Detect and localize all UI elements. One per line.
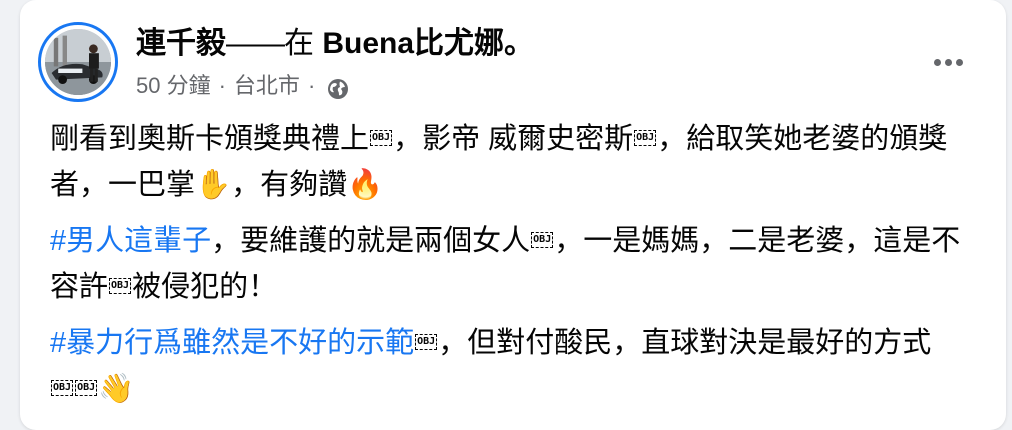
object-replacement-glyph: OBJ <box>415 334 438 351</box>
object-replacement-glyph: OBJ <box>531 232 554 249</box>
meta-dot: · <box>218 73 226 98</box>
avatar[interactable] <box>38 22 118 102</box>
post-text: 剛看到奧斯卡頒獎典禮上 OBJ ，影帝 威爾史密斯 OBJ ，給取笑她老婆的頒獎者，一巴… <box>50 116 980 422</box>
with-text: 在 <box>284 27 323 60</box>
author-separator: —— <box>226 27 285 60</box>
post-card: 連千毅——在 Buena比尤娜。 50 分鐘 · 台北市 · 剛看到奧斯卡頒獎典… <box>20 0 1006 430</box>
author-name[interactable]: 連千毅 <box>136 27 226 60</box>
hashtag-link[interactable]: #暴力行爲雖然是不好的示範 <box>50 327 414 359</box>
more-horiz-icon <box>933 58 941 66</box>
object-replacement-glyph: OBJ <box>51 380 74 397</box>
post-paragraph-2: #男人這輩子，要維護的就是兩個女人 OBJ ，一是媽媽，二是老婆，這是不容許 OBJ 被… <box>50 218 980 310</box>
globe-icon[interactable] <box>327 75 349 99</box>
post-paragraph-1: 剛看到奧斯卡頒獎典禮上 OBJ ，影帝 威爾史密斯 OBJ ，給取笑她老婆的頒獎者，一巴… <box>50 116 980 208</box>
more-horiz-icon-dot <box>944 58 952 66</box>
object-replacement-glyph: OBJ <box>109 278 132 295</box>
waving-hand-emoji: 👋 <box>98 373 135 405</box>
hashtag-link[interactable]: #男人這輩子 <box>50 225 211 257</box>
post-paragraph-3: #暴力行爲雖然是不好的示範 OBJ ，但對付酸民，直球對決是最好的方式 OBJ OBJ 👋 <box>50 320 980 412</box>
tagged-place[interactable]: Buena比尤娜。 <box>322 27 534 60</box>
raised-hand-emoji: ✋ <box>195 169 232 201</box>
post-meta: 50 分鐘 · 台北市 · <box>136 68 349 104</box>
post-timestamp[interactable]: 50 分鐘 <box>136 68 211 104</box>
post-location[interactable]: 台北市 <box>234 68 300 104</box>
text-segment: 被侵犯的！ <box>132 271 278 303</box>
post-header: 連千毅——在 Buena比尤娜。 <box>136 24 534 64</box>
text-segment: ，影帝 威爾史密斯 <box>393 123 634 155</box>
more-options-button[interactable] <box>928 42 968 82</box>
meta-dot: · <box>307 73 316 98</box>
text-segment: ，要維護的就是兩個女人 <box>211 225 531 257</box>
text-segment: ，但對付酸民，直球對決是最好的方式 <box>438 327 932 359</box>
more-horiz-icon-dot <box>955 58 963 66</box>
fire-emoji: 🔥 <box>347 169 384 201</box>
avatar-photo <box>45 29 111 95</box>
object-replacement-glyph: OBJ <box>370 130 393 147</box>
object-replacement-glyph: OBJ <box>75 380 98 397</box>
text-segment: 剛看到奧斯卡頒獎典禮上 <box>50 123 370 155</box>
text-segment: ，有夠讚 <box>231 169 348 201</box>
object-replacement-glyph: OBJ <box>634 130 657 147</box>
